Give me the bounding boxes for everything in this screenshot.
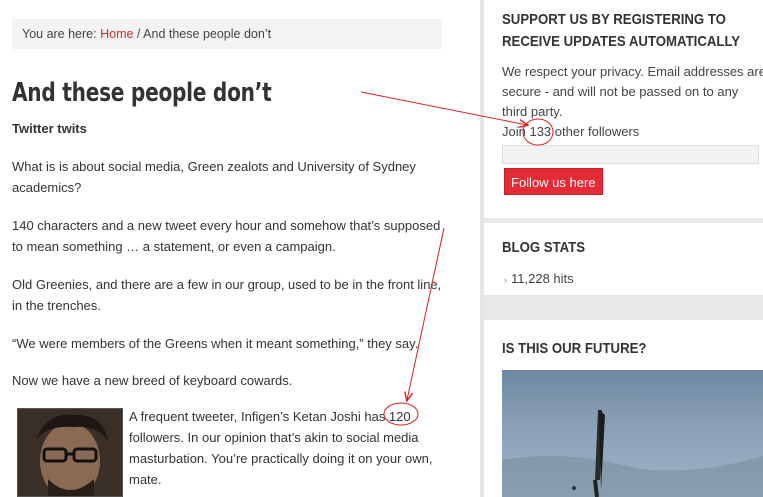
hits-count: 11,228 hits xyxy=(511,271,574,286)
followers-count-text: Join 133 other followers xyxy=(502,124,640,139)
post-paragraph: “We were members of the Greens when it m… xyxy=(12,336,419,351)
hits-row: › 11,228 hits xyxy=(504,271,574,286)
register-widget: Support us by registering to receive upd… xyxy=(484,0,763,218)
post-paragraph: 140 characters and a new tweet every hou… xyxy=(12,218,441,254)
author-photo xyxy=(17,408,123,497)
main-content: You are here: Home / And these people do… xyxy=(0,0,480,497)
breadcrumb-prefix: You are here: xyxy=(22,27,97,41)
breadcrumb: You are here: Home / And these people do… xyxy=(12,19,442,49)
wind-turbine-image[interactable] xyxy=(502,370,763,497)
person-photo-icon xyxy=(18,409,122,496)
breadcrumb-home-link[interactable]: Home xyxy=(100,27,133,41)
post-paragraph: What is is about social media, Green zea… xyxy=(12,159,416,195)
photo-caption-paragraph: A frequent tweeter, Infigen’s Ketan Josh… xyxy=(129,409,433,487)
wind-turbine-icon xyxy=(502,410,763,497)
post-paragraph: Now we have a new breed of keyboard cowa… xyxy=(12,373,293,388)
breadcrumb-current: And these people don’t xyxy=(143,27,272,41)
bullet-arrow-icon: › xyxy=(504,275,507,285)
breadcrumb-separator: / xyxy=(133,27,144,41)
blog-stats-title: Blog Stats xyxy=(502,239,586,256)
post-paragraph: Old Greenies, and there are a few in our… xyxy=(12,277,442,313)
follow-button[interactable]: Follow us here xyxy=(504,168,603,195)
privacy-text: We respect your privacy. Email addresses… xyxy=(502,64,763,119)
sidebar: Support us by registering to receive upd… xyxy=(484,0,763,497)
future-widget-title: Is this our future? xyxy=(502,340,647,357)
post-title: And these people don’t xyxy=(12,78,272,108)
register-widget-title: Support us by registering to receive upd… xyxy=(502,11,741,50)
post-subtitle: Twitter twits xyxy=(12,121,87,136)
email-input[interactable] xyxy=(502,145,759,164)
